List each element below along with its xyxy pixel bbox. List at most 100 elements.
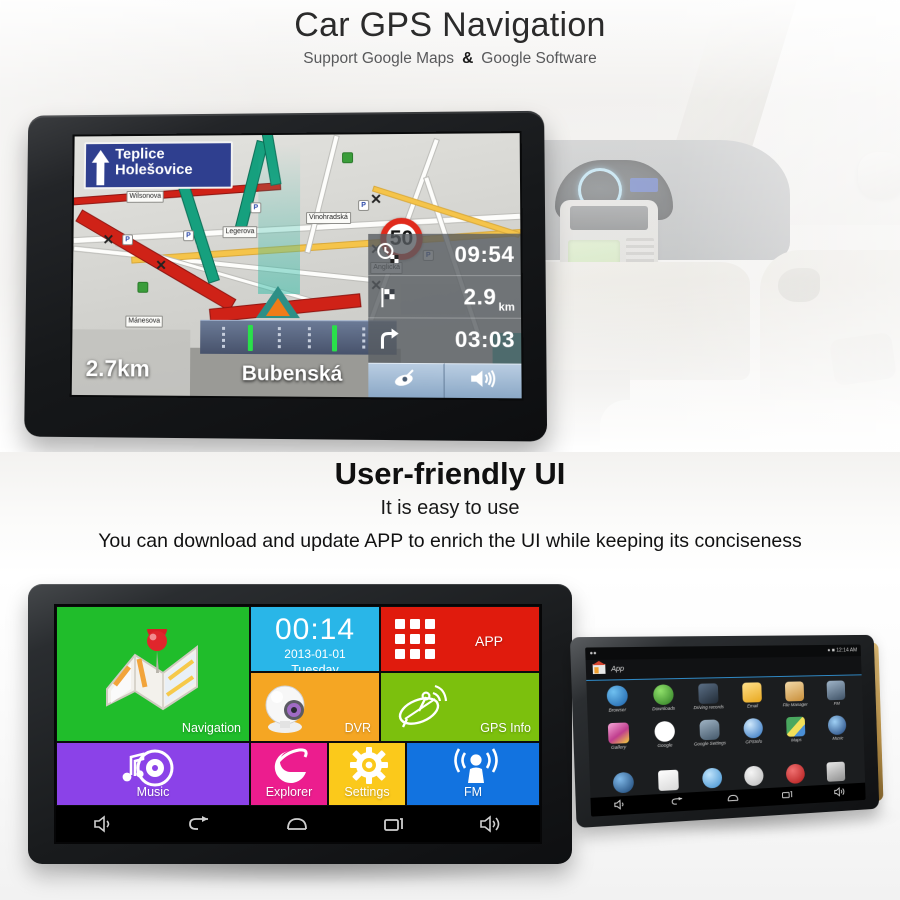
section-description: You can download and update APP to enric… xyxy=(98,530,802,552)
tile-navigation[interactable]: Navigation xyxy=(56,606,250,742)
tile-label-music: Music xyxy=(136,785,170,799)
street-label: Vinohradská xyxy=(306,211,351,225)
home-button[interactable] xyxy=(727,790,740,809)
lane-assist-bar xyxy=(200,319,397,355)
tile-clock[interactable]: 00:14 2013-01-01 Tuesday xyxy=(250,606,380,672)
remaining-time-value: 03:03 xyxy=(454,326,516,353)
speaker-icon xyxy=(468,368,499,394)
play-store-icon[interactable] xyxy=(657,769,679,792)
green-poi-icon xyxy=(342,152,354,164)
arrival-clock-icon xyxy=(376,242,402,268)
junction-x-icon: ✕ xyxy=(370,190,382,207)
app-item[interactable]: Maps xyxy=(774,716,817,753)
music-circle-icon xyxy=(828,715,847,736)
app-item[interactable]: Email xyxy=(730,682,774,719)
app-label: Google Settings xyxy=(693,740,727,747)
app-label: Downloads xyxy=(652,705,676,712)
app-item[interactable]: File Manager xyxy=(773,681,816,717)
gps-device-navigation-view: Teplice Holešovice Vinohradská Mánesova … xyxy=(22,110,548,442)
tile-fm[interactable]: FM xyxy=(406,742,540,806)
app-item[interactable]: Browser xyxy=(593,685,641,724)
radio-icon xyxy=(826,680,846,701)
eta-row: 09:54 xyxy=(368,233,521,277)
back-button[interactable] xyxy=(188,815,212,833)
satellite-button[interactable] xyxy=(368,362,445,398)
volume-up-button[interactable] xyxy=(834,784,846,802)
maps-pin-icon xyxy=(786,716,806,737)
app-label: GPSInfo xyxy=(745,738,763,745)
hero-section: Car GPS Navigation Support Google Maps & G… xyxy=(0,0,900,452)
navigation-screen[interactable]: Teplice Holešovice Vinohradská Mánesova … xyxy=(71,133,522,399)
app-item[interactable]: FM xyxy=(815,680,857,716)
app-label: File Manager xyxy=(782,701,808,708)
parking-poi-icon: P xyxy=(358,199,370,211)
status-left-dots: ●● xyxy=(589,650,597,657)
globe-icon xyxy=(606,685,628,707)
app-label: Maps xyxy=(791,737,802,743)
tile-label-settings: Settings xyxy=(344,785,390,799)
tablet-screen[interactable]: ●● ● ■ 12:14 AM App Browser Downloads Dr… xyxy=(585,644,866,817)
app-item[interactable]: Gallery xyxy=(594,722,642,761)
volume-button[interactable] xyxy=(444,363,522,399)
app-item[interactable]: Driving records xyxy=(686,683,732,720)
google-gear-icon xyxy=(699,719,720,741)
tile-music[interactable]: Music xyxy=(56,742,250,806)
green-poi-icon xyxy=(137,281,149,293)
launcher-screen[interactable]: Navigation 00:14 2013-01-01 Tuesday APP … xyxy=(56,606,540,842)
tile-explorer[interactable]: Explorer xyxy=(250,742,328,806)
midsection-copy: User-friendly UI It is easy to use You c… xyxy=(0,452,900,574)
remaining-distance-row: 2.9 km xyxy=(368,276,522,319)
volume-down-button[interactable] xyxy=(93,815,115,833)
parking-poi-icon: P xyxy=(250,202,262,214)
download-arrow-icon xyxy=(652,684,674,706)
browser-e-icon xyxy=(269,747,313,790)
search-icon[interactable] xyxy=(701,767,722,789)
volume-down-button[interactable] xyxy=(613,796,626,815)
remaining-distance-unit: km xyxy=(498,301,515,314)
home-app-icon xyxy=(591,660,606,679)
clock-time: 00:14 xyxy=(274,613,356,646)
tile-dvr[interactable]: DVR xyxy=(250,672,380,742)
tile-grid: Navigation 00:14 2013-01-01 Tuesday APP … xyxy=(56,606,540,806)
junction-x-icon: ✕ xyxy=(155,257,167,273)
movie-clapper-icon[interactable] xyxy=(826,761,846,782)
recents-button[interactable] xyxy=(781,787,794,805)
street-label: Wilsonova xyxy=(126,190,165,203)
sign-line-1: Teplice xyxy=(115,145,165,163)
tile-label-navigation: Navigation xyxy=(181,721,241,735)
volume-up-button[interactable] xyxy=(479,815,503,833)
app-item[interactable]: Music xyxy=(817,715,859,751)
tile-gps-info[interactable]: GPS Info xyxy=(380,672,540,742)
app-item[interactable]: Google Settings xyxy=(687,719,733,757)
app-item[interactable]: Downloads xyxy=(640,684,687,722)
eta-value: 09:54 xyxy=(454,241,515,267)
tile-label-app: APP xyxy=(474,633,503,649)
section-heading: User-friendly UI xyxy=(334,456,566,491)
camera-icon xyxy=(261,683,315,740)
photo-icon xyxy=(607,722,629,744)
app-label: Email xyxy=(746,703,759,709)
battery-icon: ■ xyxy=(831,647,835,654)
back-button[interactable] xyxy=(671,793,685,812)
vehicle-position-marker xyxy=(255,285,300,319)
app-label: Driving records xyxy=(693,704,724,711)
subtitle-ampersand: & xyxy=(462,50,474,67)
home-button[interactable] xyxy=(285,815,309,833)
compass-icon xyxy=(743,717,764,739)
recents-button[interactable] xyxy=(382,815,406,833)
app-item[interactable]: GPSInfo xyxy=(731,717,775,755)
product-ui-section: Navigation 00:14 2013-01-01 Tuesday APP … xyxy=(0,574,900,900)
video-player-icon[interactable] xyxy=(612,771,635,794)
app-item[interactable]: Google xyxy=(641,720,688,760)
tile-settings[interactable]: Settings xyxy=(328,742,406,806)
sign-line-2: Holešovice xyxy=(114,160,193,179)
gear-icon[interactable] xyxy=(744,765,765,787)
section-subheading: It is easy to use xyxy=(380,497,520,519)
navigation-info-panel: 09:54 2.9 km 03:03 xyxy=(368,233,522,364)
tile-app[interactable]: APP xyxy=(380,606,540,672)
location-icon: ● xyxy=(827,647,831,654)
map-canvas[interactable]: Teplice Holešovice Vinohradská Mánesova … xyxy=(71,133,522,399)
tile-label-dvr: DVR xyxy=(344,721,371,735)
alert-icon[interactable] xyxy=(785,763,806,785)
tile-label-gps-info: GPS Info xyxy=(480,721,531,735)
